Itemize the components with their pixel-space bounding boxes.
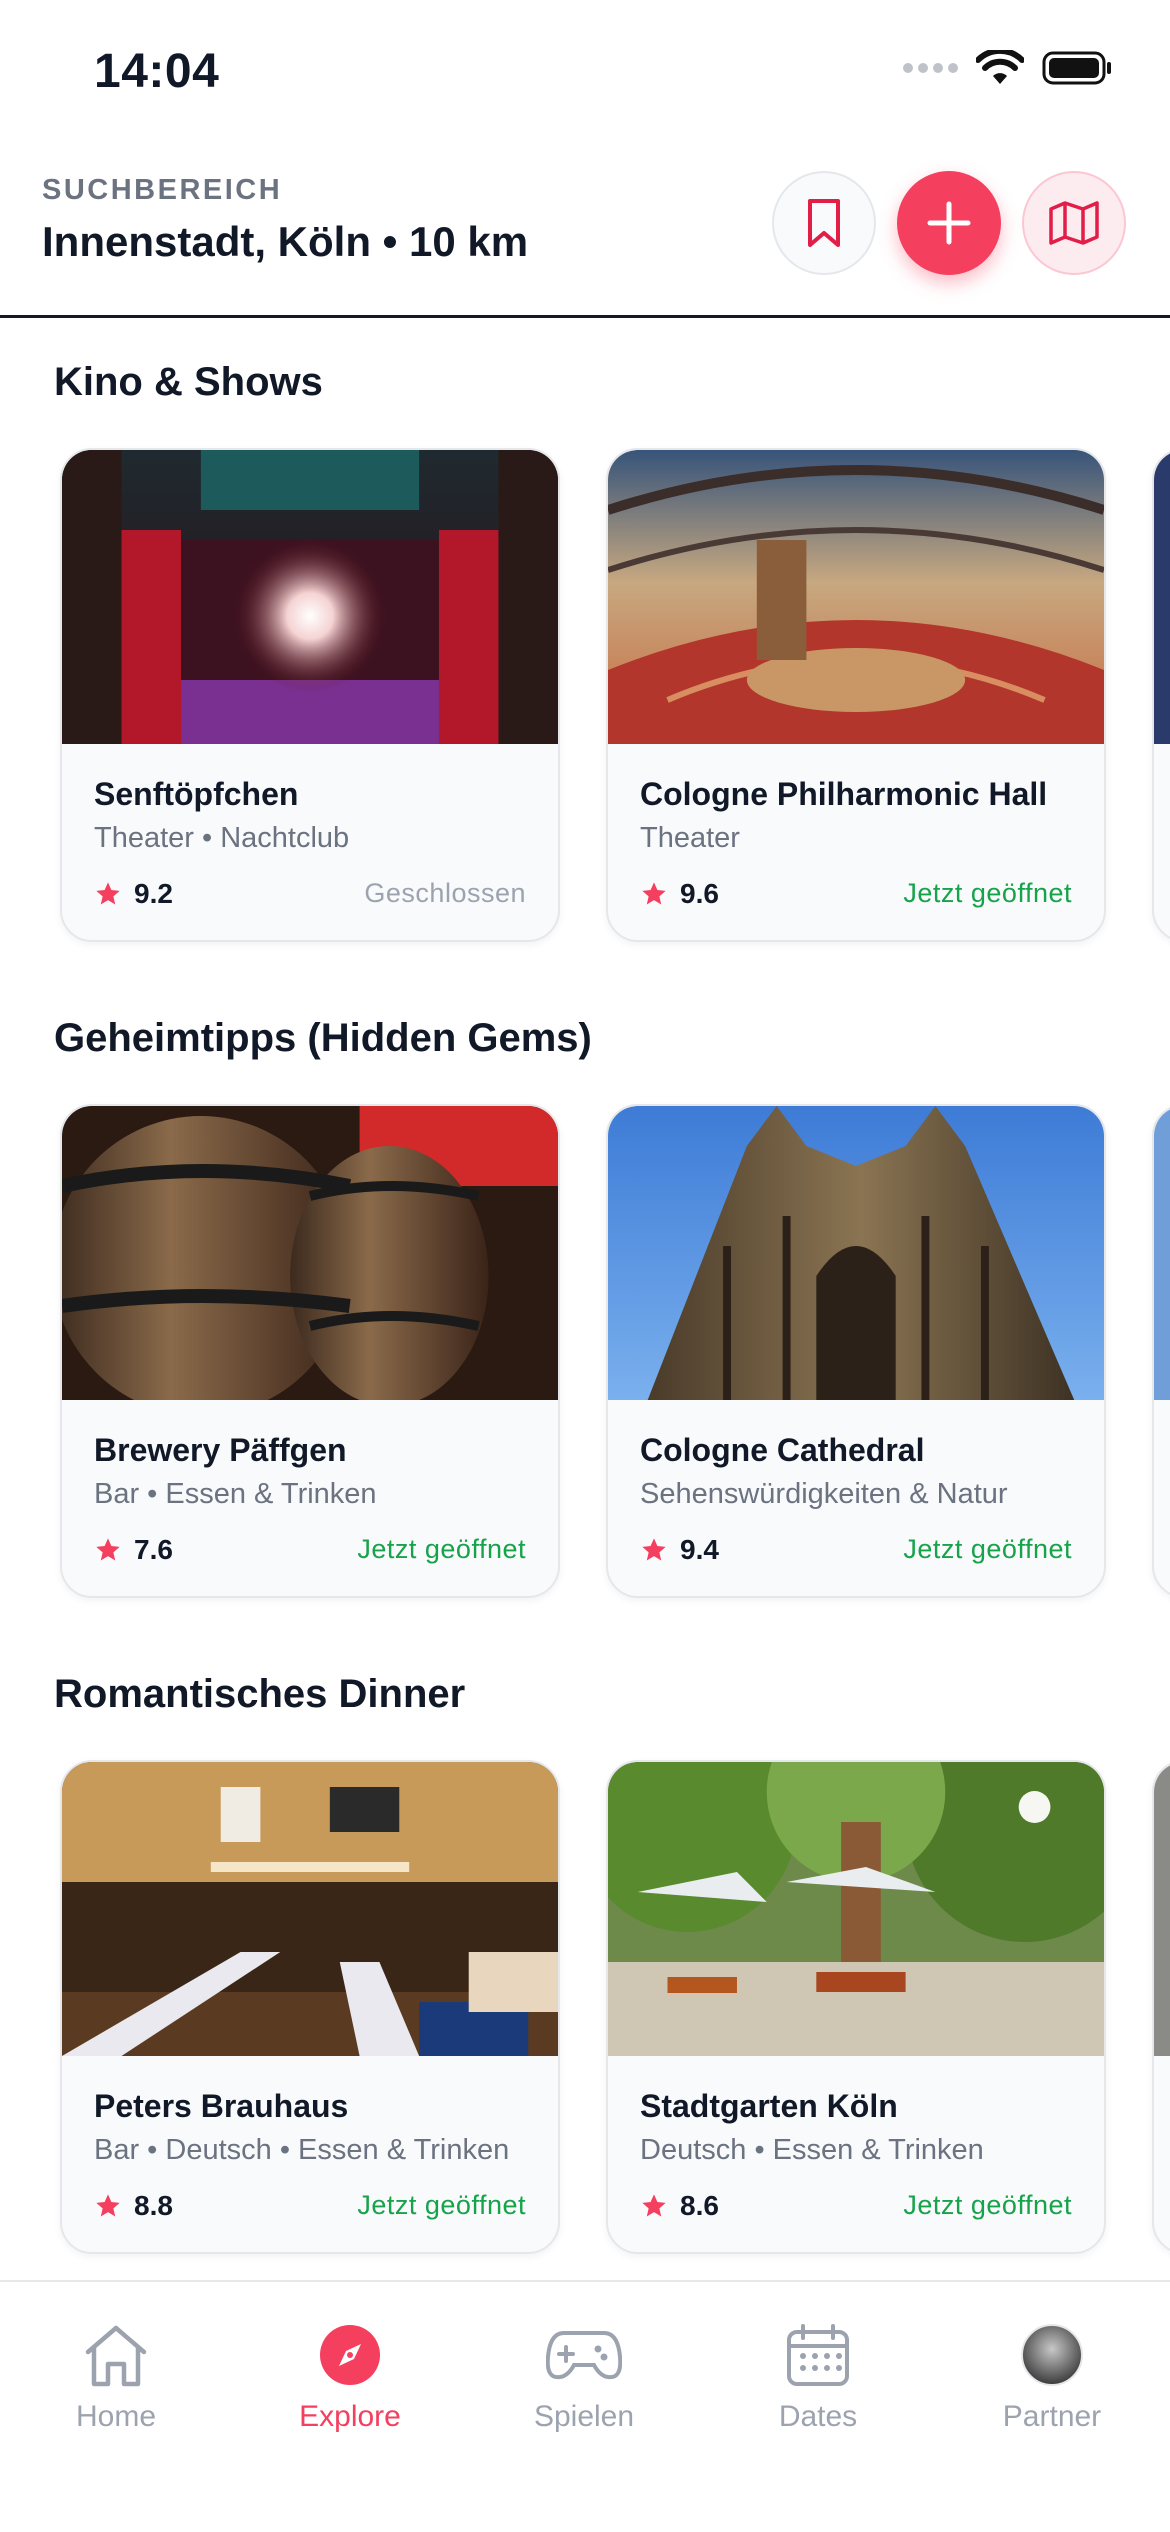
place-photo [608, 450, 1104, 744]
status-time: 14:04 [94, 45, 220, 98]
tab-label: Explore [299, 2400, 401, 2433]
star-icon [96, 2194, 120, 2217]
gamepad-icon [546, 2331, 622, 2380]
card-carousel[interactable]: Brewery Päffgen Bar • Essen & Trinken 7.… [0, 1104, 1170, 1604]
partner-avatar [1021, 2324, 1083, 2386]
place-categories: Sehenswürdigkeiten & Natur [640, 1478, 1008, 1510]
wifi-icon [976, 50, 1024, 84]
place-name: Senftöpfchen [94, 776, 299, 812]
section-title: Romantisches Dinner [54, 1672, 466, 1716]
place-categories: Bar • Essen & Trinken [94, 1478, 377, 1510]
place-name: Cologne Philharmonic Hall [640, 776, 1048, 812]
tab-dates[interactable]: Dates [718, 2318, 918, 2438]
place-card[interactable]: Cologne Cathedral Sehenswürdigkeiten & N… [606, 1104, 1106, 1598]
header: SUCHBEREICH Innenstadt, Köln • 10 km [0, 150, 1170, 318]
compass-icon [320, 2325, 380, 2385]
place-card-peek[interactable] [1152, 448, 1170, 942]
place-rating: 8.6 [640, 2190, 719, 2222]
opening-status: Geschlossen [364, 878, 526, 908]
place-card[interactable]: Cologne Philharmonic Hall Theater 9.6 Je… [606, 448, 1106, 942]
opening-status: Jetzt geöffnet [903, 878, 1072, 908]
place-categories: Theater [640, 822, 740, 854]
place-card[interactable]: Peters Brauhaus Bar • Deutsch • Essen & … [60, 1760, 560, 2254]
tab-home[interactable]: Home [16, 2318, 216, 2438]
opening-status: Jetzt geöffnet [903, 2190, 1072, 2220]
cellular-signal-icon [903, 63, 958, 73]
status-bar: 14:04 [0, 0, 1170, 150]
place-photo [608, 1762, 1104, 2056]
place-rating: 9.4 [640, 1534, 719, 1566]
rating-value: 8.8 [134, 2190, 173, 2221]
rating-value: 7.6 [134, 1534, 173, 1565]
place-card[interactable]: Stadtgarten Köln Deutsch • Essen & Trink… [606, 1760, 1106, 2254]
tab-partner[interactable]: Partner [952, 2318, 1152, 2438]
opening-status: Jetzt geöffnet [357, 1534, 526, 1564]
add-button[interactable] [897, 171, 1001, 275]
search-area-label: SUCHBEREICH [42, 174, 283, 206]
bookmark-icon [808, 199, 840, 247]
plus-icon [927, 201, 971, 245]
place-name: Cologne Cathedral [640, 1432, 925, 1468]
search-area-location[interactable]: Innenstadt, Köln • 10 km [42, 218, 528, 266]
place-name: Stadtgarten Köln [640, 2088, 898, 2124]
section-title: Geheimtipps (Hidden Gems) [54, 1016, 592, 1060]
star-icon [642, 1538, 666, 1561]
place-photo [62, 1106, 558, 1400]
map-icon [1049, 201, 1099, 245]
opening-status: Jetzt geöffnet [357, 2190, 526, 2220]
place-rating: 9.6 [640, 878, 719, 910]
tab-play[interactable]: Spielen [484, 2318, 684, 2438]
place-card[interactable]: Brewery Päffgen Bar • Essen & Trinken 7.… [60, 1104, 560, 1598]
battery-icon [1042, 51, 1111, 85]
tab-bar: Home Explore Spielen Dates Partner [0, 2280, 1170, 2532]
place-rating: 7.6 [94, 1534, 173, 1566]
rating-value: 9.4 [680, 1534, 719, 1565]
tab-explore[interactable]: Explore [250, 2318, 450, 2438]
tab-label: Home [75, 2400, 157, 2433]
place-categories: Theater • Nachtclub [94, 822, 350, 854]
section-title: Kino & Shows [54, 360, 323, 404]
place-name: Peters Brauhaus [94, 2088, 349, 2124]
status-icons [903, 50, 1114, 86]
place-categories: Bar • Deutsch • Essen & Trinken [94, 2134, 510, 2166]
opening-status: Jetzt geöffnet [903, 1534, 1072, 1564]
rating-value: 9.2 [134, 878, 173, 909]
place-rating: 8.8 [94, 2190, 173, 2222]
rating-value: 8.6 [680, 2190, 719, 2221]
place-card[interactable]: Senftöpfchen Theater • Nachtclub 9.2 Ges… [60, 448, 560, 942]
rating-value: 9.6 [680, 878, 719, 909]
place-categories: Deutsch • Essen & Trinken [640, 2134, 984, 2166]
card-carousel[interactable]: Peters Brauhaus Bar • Deutsch • Essen & … [0, 1760, 1170, 2260]
place-rating: 9.2 [94, 878, 173, 910]
place-name: Brewery Päffgen [94, 1432, 347, 1468]
star-icon [96, 1538, 120, 1561]
bookmark-button[interactable] [772, 171, 876, 275]
house-icon [85, 2325, 147, 2387]
tab-label: Partner [1002, 2400, 1102, 2433]
tab-label: Spielen [533, 2400, 635, 2433]
place-card-peek[interactable] [1152, 1760, 1170, 2254]
tab-label: Dates [778, 2400, 858, 2433]
place-card-peek[interactable] [1152, 1104, 1170, 1598]
card-carousel[interactable]: Senftöpfchen Theater • Nachtclub 9.2 Ges… [0, 448, 1170, 948]
calendar-icon [787, 2324, 849, 2386]
place-photo [62, 450, 558, 744]
place-photo [608, 1106, 1104, 1400]
star-icon [96, 882, 120, 905]
explore-feed[interactable]: Kino & Shows Senftöpfchen Theater • Nach… [0, 318, 1170, 2280]
star-icon [642, 882, 666, 905]
map-button[interactable] [1022, 171, 1126, 275]
star-icon [642, 2194, 666, 2217]
place-photo [62, 1762, 558, 2056]
